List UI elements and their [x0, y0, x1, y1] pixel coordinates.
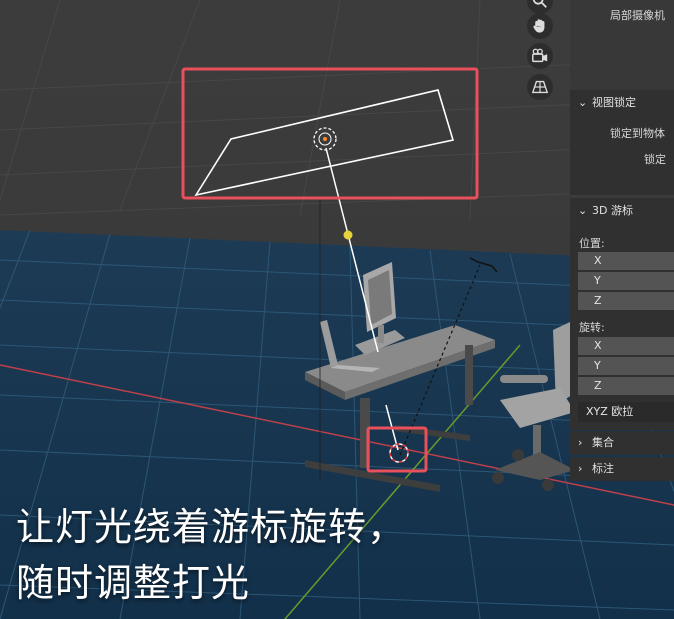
view-lock-header[interactable]: ⌄ 视图锁定 [570, 91, 674, 115]
rotation-x-field[interactable]: X [578, 337, 674, 355]
rotation-y-field[interactable]: Y [578, 357, 674, 375]
location-label: 位置: [579, 237, 605, 250]
chevron-right-icon: › [578, 436, 583, 449]
rotation-z-field[interactable]: Z [578, 377, 674, 395]
location-z-field[interactable]: Z [578, 292, 674, 310]
chevron-right-icon: › [578, 462, 583, 475]
lock-to-object-label: 锁定到物体 [610, 127, 665, 140]
blender-viewport-screen: 局部摄像机 ⌄ 视图锁定 锁定到物体 锁定 ⌄ 3D 游标 位置: X Y Z … [0, 0, 674, 619]
chevron-down-icon: ⌄ [578, 204, 588, 217]
local-camera-label: 局部摄像机 [610, 9, 665, 22]
annotations-header[interactable]: › 标注 [570, 457, 674, 481]
rotation-label: 旋转: [579, 321, 605, 334]
grid-perspective-icon[interactable] [527, 74, 553, 100]
rotation-mode-select[interactable]: XYZ 欧拉 [578, 402, 674, 422]
collections-header[interactable]: › 集合 [570, 431, 674, 455]
location-x-field[interactable]: X [578, 252, 674, 270]
caption-line-1: 让灯光绕着游标旋转， [16, 505, 407, 549]
location-y-field[interactable]: Y [578, 272, 674, 290]
light-target-dot[interactable] [343, 230, 353, 240]
chevron-down-icon: ⌄ [578, 96, 588, 109]
camera-view-icon[interactable] [527, 43, 553, 69]
3d-cursor-header[interactable]: ⌄ 3D 游标 [570, 199, 674, 223]
caption-line-2: 随时调整打光 [16, 561, 251, 605]
lock-label: 锁定 [644, 153, 666, 166]
hand-pan-icon[interactable] [527, 13, 553, 39]
